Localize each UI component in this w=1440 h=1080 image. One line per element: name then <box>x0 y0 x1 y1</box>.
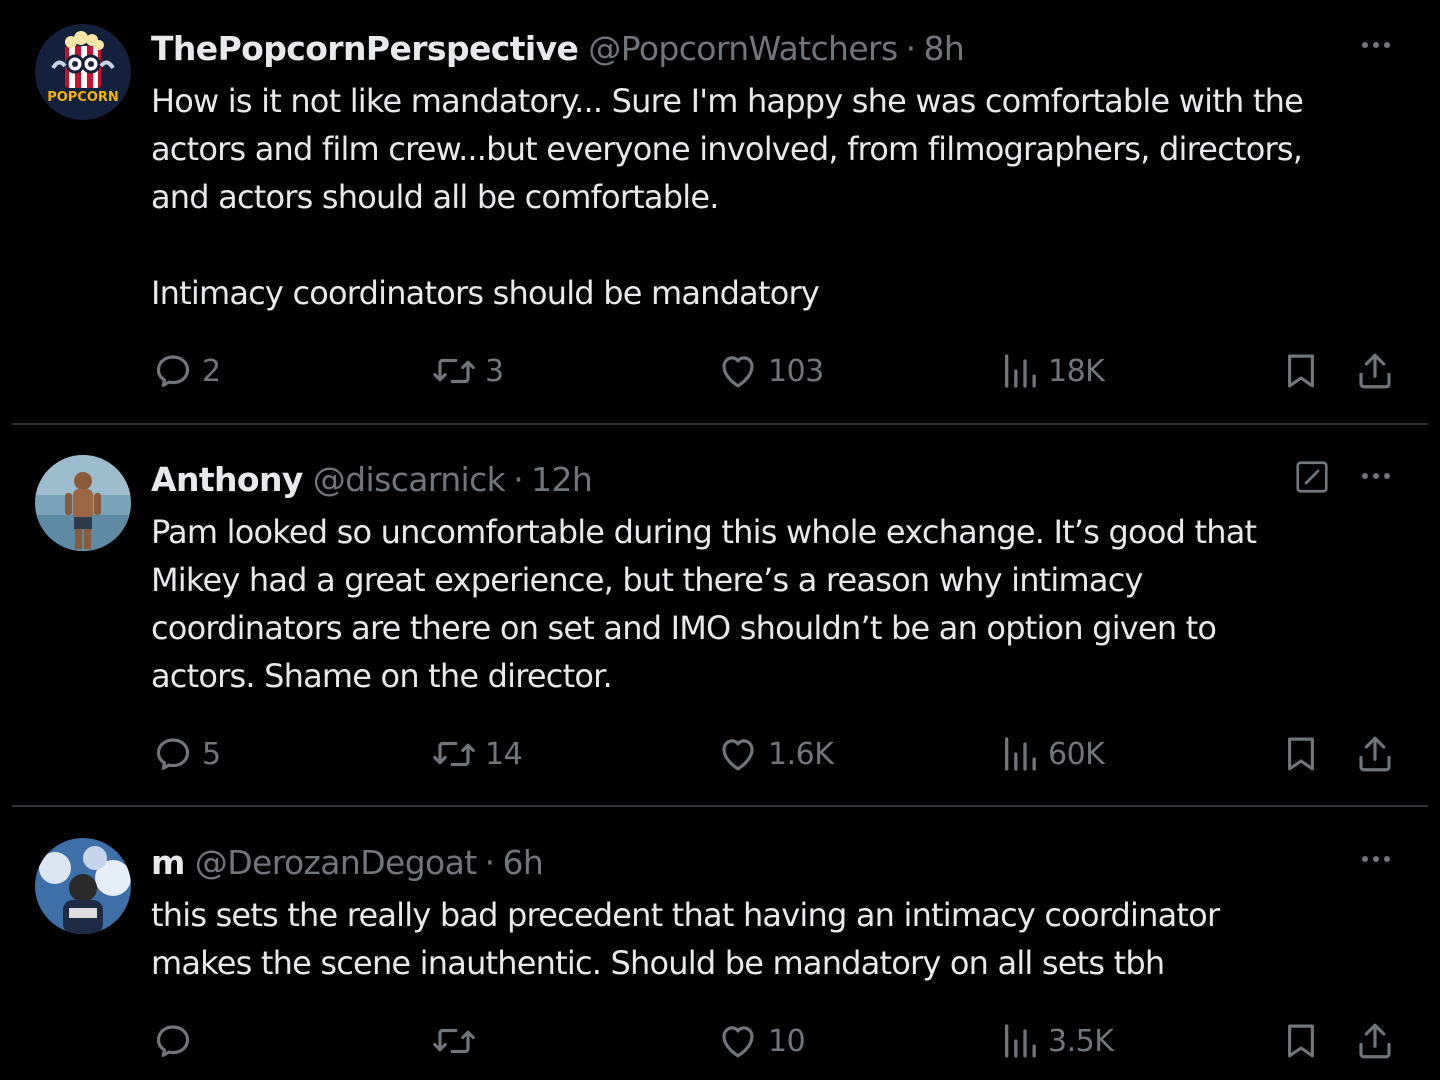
tweet-text: Pam looked so uncomfortable during this … <box>151 508 1396 700</box>
reply-icon <box>156 1025 190 1057</box>
tweet-text: this sets the really bad precedent that … <box>151 891 1396 987</box>
repost-icon <box>433 741 475 767</box>
heart-icon <box>722 356 754 388</box>
tweet-text-line: actors and film crew...but everyone invo… <box>151 130 1303 168</box>
tweet-text-line: Pam looked so uncomfortable during this … <box>151 513 1257 551</box>
user-handle[interactable]: @PopcornWatchers <box>588 29 898 68</box>
timestamp[interactable]: 12h <box>531 460 593 499</box>
avatar[interactable] <box>35 455 131 551</box>
share-icon <box>1359 1023 1391 1059</box>
bookmark-button[interactable] <box>1280 1017 1322 1065</box>
user-handle[interactable]: @discarnick <box>313 460 506 499</box>
avatar[interactable] <box>35 838 131 934</box>
like-count: 10 <box>768 1023 806 1059</box>
divider <box>12 423 1428 425</box>
reply-button[interactable]: 5 <box>152 730 221 778</box>
like-button[interactable]: 1.6K <box>716 730 834 778</box>
repost-count: 3 <box>485 353 504 389</box>
more-options-icon[interactable] <box>1362 473 1390 479</box>
timestamp[interactable]: 6h <box>503 843 544 882</box>
more-options-icon[interactable] <box>1362 42 1390 48</box>
separator: · <box>484 842 495 882</box>
share-icon <box>1359 736 1391 772</box>
separator: · <box>905 28 916 68</box>
tweet-text-line: actors. Shame on the director. <box>151 657 613 695</box>
repost-icon <box>433 1028 475 1054</box>
bookmark-icon <box>1288 1024 1314 1058</box>
reply-count: 5 <box>202 736 221 772</box>
bookmark-icon <box>1288 354 1314 388</box>
tweet-text-line: this sets the really bad precedent that … <box>151 896 1220 934</box>
popcorn-logo-icon: POPCORN <box>35 24 131 120</box>
tweet-text-line: makes the scene inauthentic. Should be m… <box>151 944 1165 982</box>
repost-icon <box>433 358 475 384</box>
tweet-actions: 2 3 103 18K <box>0 347 1440 395</box>
tweet-actions: 5 14 1.6K 60K <box>0 730 1440 778</box>
tweet-text-line: coordinators are there on set and IMO sh… <box>151 609 1217 647</box>
like-button[interactable]: 103 <box>716 347 824 395</box>
heart-icon <box>722 1026 754 1058</box>
tweet[interactable]: m @DerozanDegoat · 6h this sets the real… <box>0 838 1440 1080</box>
timestamp[interactable]: 8h <box>924 29 965 68</box>
more-options-icon[interactable] <box>1362 856 1390 862</box>
views-count: 18K <box>1048 353 1105 389</box>
avatar[interactable]: POPCORN <box>35 24 131 120</box>
share-button[interactable] <box>1354 347 1396 395</box>
separator: · <box>513 459 524 499</box>
bookmark-button[interactable] <box>1280 347 1322 395</box>
tweet-text-line: How is it not like mandatory... Sure I'm… <box>151 82 1304 120</box>
display-name[interactable]: ThePopcornPerspective <box>151 29 579 68</box>
tweet-header: ThePopcornPerspective @PopcornWatchers ·… <box>151 24 965 72</box>
tweet-actions: 10 3.5K <box>0 1017 1440 1065</box>
tweet-text: How is it not like mandatory... Sure I'm… <box>151 77 1396 317</box>
display-name[interactable]: m <box>151 843 185 882</box>
tweet-header: Anthony @discarnick · 12h <box>151 455 593 503</box>
analytics-icon <box>1005 737 1036 771</box>
repost-button[interactable] <box>431 1017 485 1065</box>
views-button[interactable]: 18K <box>1000 347 1105 395</box>
heart-icon <box>722 739 754 771</box>
tweet-header: m @DerozanDegoat · 6h <box>151 838 544 886</box>
views-button[interactable]: 60K <box>1000 730 1105 778</box>
bookmark-button[interactable] <box>1280 730 1322 778</box>
analytics-icon <box>1005 1024 1036 1058</box>
repost-button[interactable]: 3 <box>431 347 504 395</box>
user-handle[interactable]: @DerozanDegoat <box>195 843 477 882</box>
views-count: 60K <box>1048 736 1105 772</box>
tweet-text-line: Mikey had a great experience, but there’… <box>151 561 1143 599</box>
tweet[interactable]: POPCORN ThePopcornPerspective @PopcornWa… <box>0 24 1440 424</box>
views-count: 3.5K <box>1048 1023 1114 1059</box>
person-sky-avatar-icon <box>35 838 131 934</box>
analytics-icon <box>1005 354 1036 388</box>
display-name[interactable]: Anthony <box>151 460 303 499</box>
svg-text:POPCORN: POPCORN <box>47 90 119 105</box>
repost-button[interactable]: 14 <box>431 730 523 778</box>
person-photo-avatar-icon <box>35 455 131 551</box>
share-icon <box>1359 353 1391 389</box>
like-count: 103 <box>768 353 824 389</box>
views-button[interactable]: 3.5K <box>1000 1017 1114 1065</box>
tweet-text-line: Intimacy coordinators should be mandator… <box>151 274 820 312</box>
tweet[interactable]: Anthony @discarnick · 12h Pam looked so … <box>0 455 1440 805</box>
reply-icon <box>156 738 190 770</box>
repost-count: 14 <box>485 736 523 772</box>
reply-button[interactable]: 2 <box>152 347 221 395</box>
reply-button[interactable] <box>152 1017 202 1065</box>
like-count: 1.6K <box>768 736 834 772</box>
divider <box>12 805 1428 807</box>
share-button[interactable] <box>1354 730 1396 778</box>
edit-icon[interactable] <box>1294 459 1330 495</box>
reply-icon <box>156 355 190 387</box>
like-button[interactable]: 10 <box>716 1017 806 1065</box>
bookmark-icon <box>1288 737 1314 771</box>
share-button[interactable] <box>1354 1017 1396 1065</box>
reply-count: 2 <box>202 353 221 389</box>
tweet-text-line: and actors should all be comfortable. <box>151 178 719 216</box>
